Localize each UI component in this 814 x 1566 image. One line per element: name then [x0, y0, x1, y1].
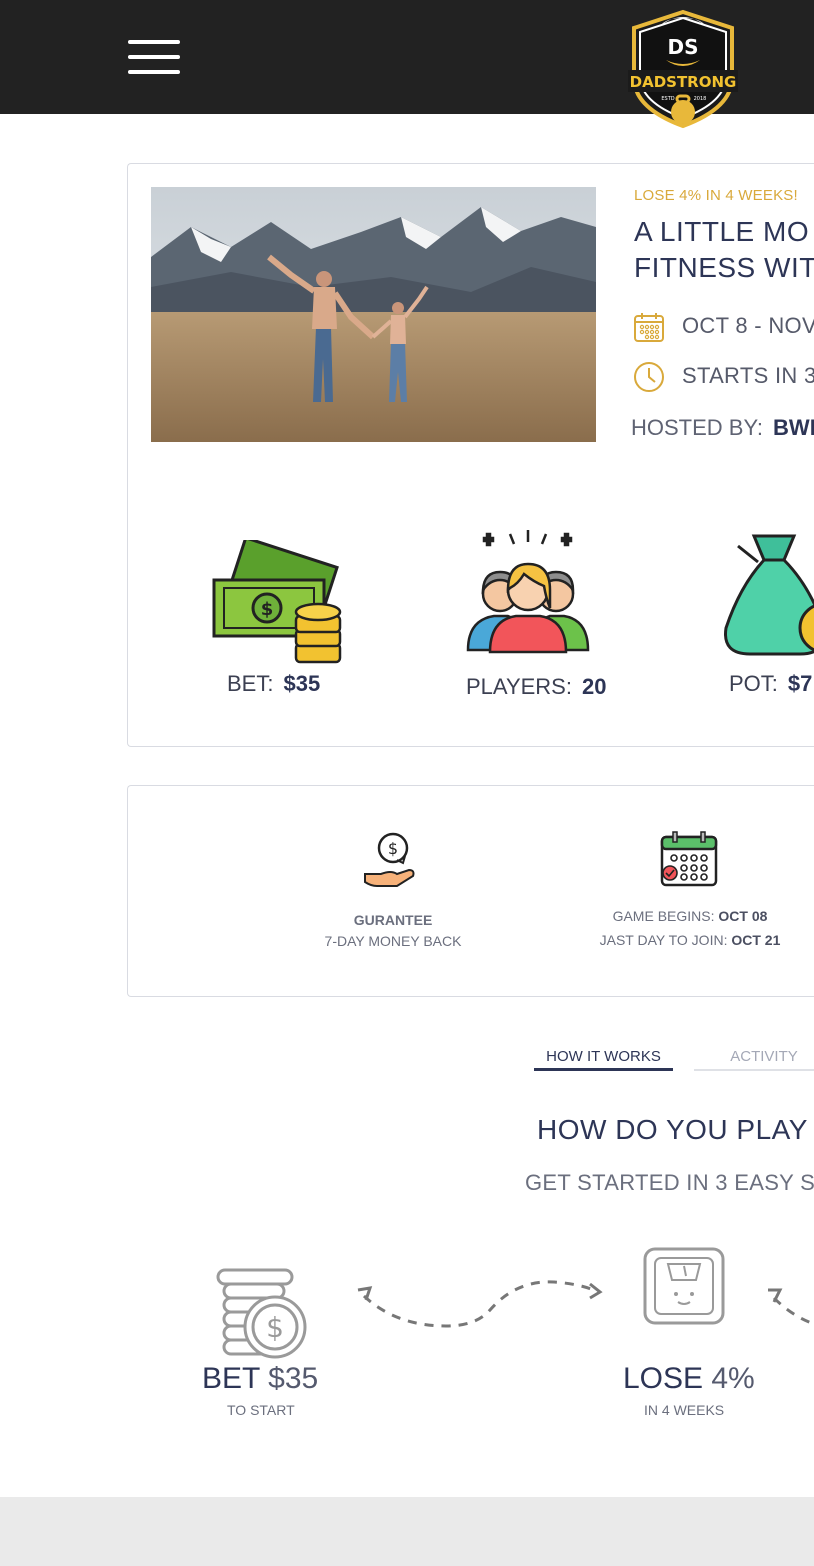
step2-title-a: LOSE [623, 1362, 712, 1395]
game-dates: GAME BEGINS: OCT 08 JAST DAY TO JOIN: OC… [590, 904, 790, 952]
last-day-label: JAST DAY TO JOIN: [599, 932, 728, 948]
hosted-by-label: HOSTED BY: [631, 415, 764, 440]
svg-text:$: $ [388, 839, 398, 858]
challenge-title-line1: A LITTLE MO [634, 216, 810, 247]
bet-value: $35 [283, 671, 321, 696]
clock-icon [634, 362, 664, 392]
calendar-check-icon [660, 831, 718, 887]
game-begins-label: GAME BEGINS: [612, 908, 715, 924]
dashed-arrow-icon-2 [768, 1288, 814, 1326]
how-to-play-subheading: GET STARTED IN 3 EASY STE [525, 1170, 814, 1195]
challenge-title: A LITTLE MO FITNESS WIT [634, 214, 814, 286]
hero-image [151, 187, 596, 442]
bet-label: BET: [227, 671, 274, 696]
dashed-arrow-icon [357, 1280, 603, 1328]
guarantee-title: GURANTEE [353, 912, 433, 928]
features-card [127, 785, 814, 997]
dadstrong-logo[interactable]: DS DADSTRONG ESTD 2018 [626, 8, 740, 130]
hosted-by-value[interactable]: BWL [773, 415, 814, 440]
tab-how-it-works[interactable]: HOW IT WORKS [534, 1048, 673, 1071]
players-group-icon [466, 530, 590, 654]
pot-label: POT: [729, 671, 778, 696]
guarantee-subtitle: 7-DAY MONEY BACK [324, 933, 462, 949]
players-stat: PLAYERS: 20 [466, 674, 606, 700]
step2-title-b: 4% [711, 1362, 755, 1395]
hosted-by: HOSTED BY: BWL [631, 415, 814, 441]
svg-text:$: $ [261, 599, 274, 620]
coins-stack-icon: $ [216, 1268, 307, 1359]
logo-year: 2018 [694, 96, 707, 102]
logo-est: ESTD [661, 96, 674, 102]
logo-monogram: DS [667, 35, 698, 59]
step2-subtitle: IN 4 WEEKS [644, 1402, 725, 1418]
challenge-dates: OCT 8 - NOV [682, 313, 814, 338]
money-back-hand-icon: $ [364, 832, 415, 887]
last-day-row: JAST DAY TO JOIN: OCT 21 [590, 928, 790, 952]
step2-title: LOSE 4% [623, 1362, 755, 1396]
challenge-title-line2: FITNESS WIT [634, 252, 814, 283]
money-bag-icon [724, 534, 814, 656]
logo-wordmark: DADSTRONG [630, 73, 737, 91]
footer [0, 1497, 814, 1566]
tab-activity[interactable]: ACTIVITY [694, 1048, 814, 1071]
step1-title: BET $35 [202, 1362, 318, 1396]
hamburger-menu-icon[interactable] [128, 40, 180, 74]
weight-scale-icon [643, 1247, 725, 1325]
last-day-value: OCT 21 [731, 932, 781, 948]
game-begins-value: OCT 08 [718, 908, 768, 924]
pot-value: $7 [787, 671, 813, 696]
svg-text:$: $ [266, 1311, 284, 1344]
calendar-icon [634, 313, 664, 342]
players-value: 20 [581, 674, 607, 699]
bet-stat: BET: $35 [227, 671, 320, 697]
cash-stack-icon: $ [212, 540, 342, 664]
challenge-starts: STARTS IN 34 [682, 363, 814, 388]
step1-title-b: $35 [268, 1362, 319, 1395]
step1-subtitle: TO START [227, 1402, 295, 1418]
step1-title-a: BET [202, 1362, 269, 1395]
players-label: PLAYERS: [466, 674, 572, 699]
guarantee-block: GURANTEE 7-DAY MONEY BACK [273, 910, 513, 952]
challenge-eyebrow: LOSE 4% IN 4 WEEKS! [634, 187, 798, 204]
game-begins-row: GAME BEGINS: OCT 08 [590, 904, 790, 928]
pot-stat: POT: $7 [729, 671, 812, 697]
how-to-play-heading: HOW DO YOU PLAY [537, 1114, 808, 1145]
